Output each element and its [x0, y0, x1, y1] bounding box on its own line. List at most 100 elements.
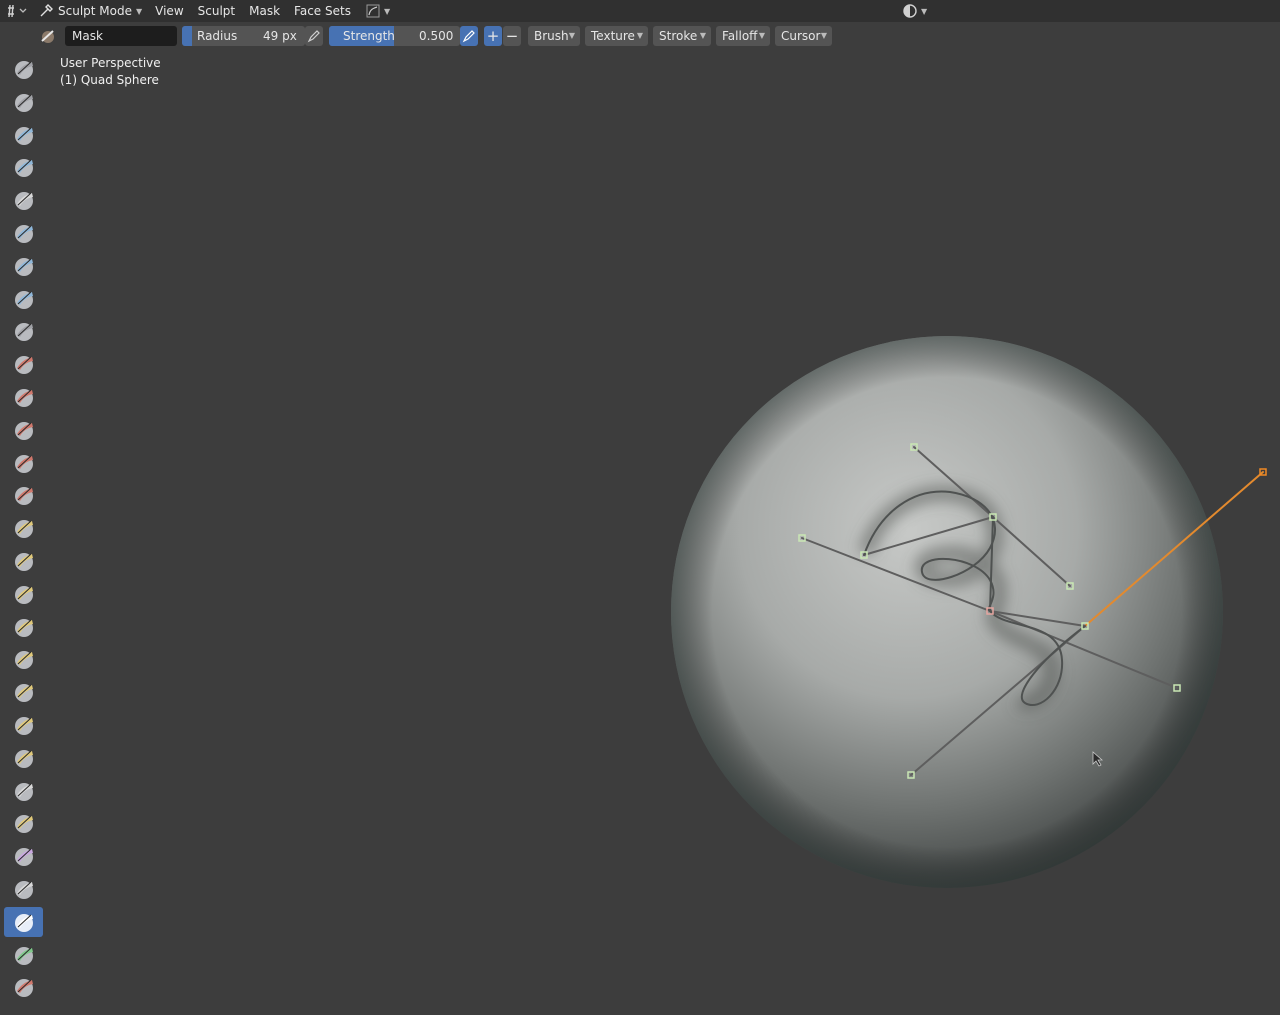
tool-snake-hook-brush[interactable]: [4, 612, 43, 642]
brush-dropdown[interactable]: Brush ▼: [528, 26, 580, 46]
tool-inflate-brush[interactable]: [4, 251, 43, 281]
multires-displacement-eraser-brush-icon: [14, 979, 33, 997]
tool-scrape-brush[interactable]: [4, 448, 43, 478]
tool-draw-face-sets-brush[interactable]: [4, 940, 43, 970]
pen-pressure-icon: [462, 30, 475, 43]
tool-cloth-brush[interactable]: [4, 841, 43, 871]
brush-name-field[interactable]: Mask: [65, 26, 177, 46]
curve-tool-button[interactable]: ▼: [362, 2, 394, 20]
strength-label: Strength: [343, 29, 395, 43]
view-name: User Perspective: [60, 56, 161, 70]
subtract-direction-button[interactable]: −: [503, 26, 521, 46]
tool-nudge-brush[interactable]: [4, 710, 43, 740]
cursor-dropdown-label: Cursor: [781, 29, 821, 43]
tool-clay-strips-brush[interactable]: [4, 152, 43, 182]
menu-mask[interactable]: Mask: [242, 0, 287, 22]
menu-view[interactable]: View: [148, 0, 190, 22]
chevron-down-icon: ▼: [921, 6, 928, 16]
tool-clay-thumb-brush[interactable]: [4, 185, 43, 215]
tool-shelf: [0, 54, 46, 1015]
texture-dropdown[interactable]: Texture ▼: [585, 26, 648, 46]
tool-simplify-brush[interactable]: [4, 874, 43, 904]
header-bar: Sculpt Mode ▼ View Sculpt Mask Face Sets…: [0, 0, 1280, 22]
chevron-down-icon: ▼: [758, 31, 765, 40]
rotate-brush-icon: [14, 750, 33, 768]
tool-fill-brush[interactable]: [4, 415, 43, 445]
chevron-down-icon: ▼: [568, 31, 575, 40]
tool-slide-relax-brush[interactable]: [4, 776, 43, 806]
multiplane-scrape-brush-icon: [14, 487, 33, 505]
flatten-brush-icon: [14, 389, 33, 407]
menu-sculpt[interactable]: Sculpt: [191, 0, 242, 22]
chevron-down-icon: ▼: [136, 6, 143, 16]
scrape-brush-icon: [14, 455, 33, 473]
tool-smooth-brush[interactable]: [4, 349, 43, 379]
crease-brush-icon: [14, 323, 33, 341]
texture-dropdown-label: Texture: [591, 29, 635, 43]
tool-thumb-brush[interactable]: [4, 644, 43, 674]
plus-icon: +: [486, 27, 500, 45]
viewport-canvas[interactable]: [0, 0, 1280, 1015]
tool-boundary-brush[interactable]: [4, 808, 43, 838]
smooth-brush-icon: [14, 356, 33, 374]
elastic-deform-brush-icon: [14, 586, 33, 604]
brush-preview-icon[interactable]: [39, 28, 57, 44]
clay-strips-brush-icon: [14, 159, 33, 177]
tool-settings-bar: Mask Radius 49 px Strength 0.500 + − Bru…: [0, 24, 1280, 48]
menu-face-sets[interactable]: Face Sets: [287, 0, 358, 22]
pinch-brush-icon: [14, 520, 33, 538]
tool-pinch-brush[interactable]: [4, 513, 43, 543]
sculpt-mode-icon: [40, 4, 53, 17]
overlays-icon: [903, 4, 917, 18]
pen-pressure-icon: [307, 30, 320, 43]
grab-brush-icon: [14, 553, 33, 571]
stroke-dropdown[interactable]: Stroke ▼: [653, 26, 711, 46]
object-name: (1) Quad Sphere: [60, 73, 159, 87]
tool-flatten-brush[interactable]: [4, 382, 43, 412]
clay-thumb-brush-icon: [14, 192, 33, 210]
mode-label: Sculpt Mode: [58, 4, 132, 18]
3d-viewport-icon: [8, 4, 27, 18]
mask-brush-icon: [14, 914, 33, 932]
tool-layer-brush[interactable]: [4, 218, 43, 248]
tool-rotate-brush[interactable]: [4, 743, 43, 773]
tool-multires-displacement-eraser-brush[interactable]: [4, 972, 43, 1002]
brush-dropdown-label: Brush: [534, 29, 569, 43]
tool-elastic-deform-brush[interactable]: [4, 579, 43, 609]
draw-face-sets-brush-icon: [14, 947, 33, 965]
tool-draw-brush[interactable]: [4, 54, 43, 84]
strength-value: 0.500: [419, 29, 454, 43]
radius-slider[interactable]: Radius 49 px: [182, 26, 305, 46]
nudge-brush-icon: [14, 717, 33, 735]
radius-value: 49 px: [263, 29, 297, 43]
falloff-dropdown-label: Falloff: [722, 29, 758, 43]
snake-hook-brush-icon: [14, 619, 33, 637]
minus-icon: −: [505, 27, 519, 45]
cursor-dropdown[interactable]: Cursor ▼: [775, 26, 832, 46]
editor-type-button[interactable]: [0, 0, 32, 22]
strength-pressure-button[interactable]: [460, 26, 478, 46]
fill-brush-icon: [14, 422, 33, 440]
tool-pose-brush[interactable]: [4, 677, 43, 707]
tool-multiplane-scrape-brush[interactable]: [4, 480, 43, 510]
falloff-dropdown[interactable]: Falloff ▼: [716, 26, 770, 46]
inflate-brush-icon: [14, 258, 33, 276]
strength-slider[interactable]: Strength 0.500: [329, 26, 460, 46]
draw-sharp-brush-icon: [14, 94, 33, 112]
radius-slider-fill: [182, 26, 192, 46]
quad-sphere-mesh: [671, 336, 1223, 888]
chevron-down-icon: ▼: [820, 31, 827, 40]
mode-selector[interactable]: Sculpt Mode ▼: [32, 0, 148, 22]
tool-mask-brush[interactable]: [4, 907, 43, 937]
tool-crease-brush[interactable]: [4, 316, 43, 346]
chevron-down-icon: ▼: [383, 6, 391, 16]
tool-blob-brush[interactable]: [4, 284, 43, 314]
tool-clay-brush[interactable]: [4, 120, 43, 150]
tool-draw-sharp-brush[interactable]: [4, 87, 43, 117]
viewport-shading-button[interactable]: ▼: [902, 2, 927, 20]
tool-grab-brush[interactable]: [4, 546, 43, 576]
add-direction-button[interactable]: +: [484, 26, 502, 46]
curve-icon: [366, 4, 380, 18]
radius-pressure-button[interactable]: [305, 26, 323, 46]
clay-brush-icon: [14, 127, 33, 145]
